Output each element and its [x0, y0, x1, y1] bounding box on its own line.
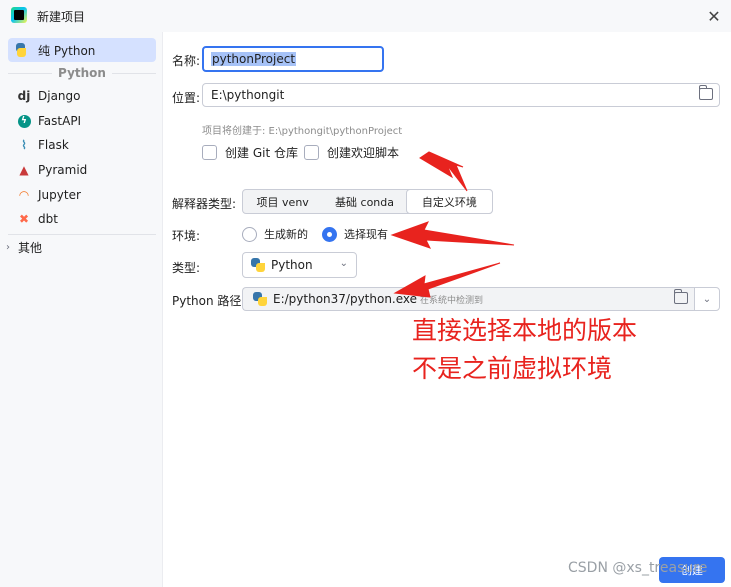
annotation-arrow-3: [393, 262, 501, 298]
annotation-arrows: [390, 151, 515, 298]
annotation-arrow-1: [419, 151, 468, 192]
watermark: CSDN @xs_treasure: [568, 560, 708, 576]
annotation-arrow-2: [390, 221, 515, 249]
